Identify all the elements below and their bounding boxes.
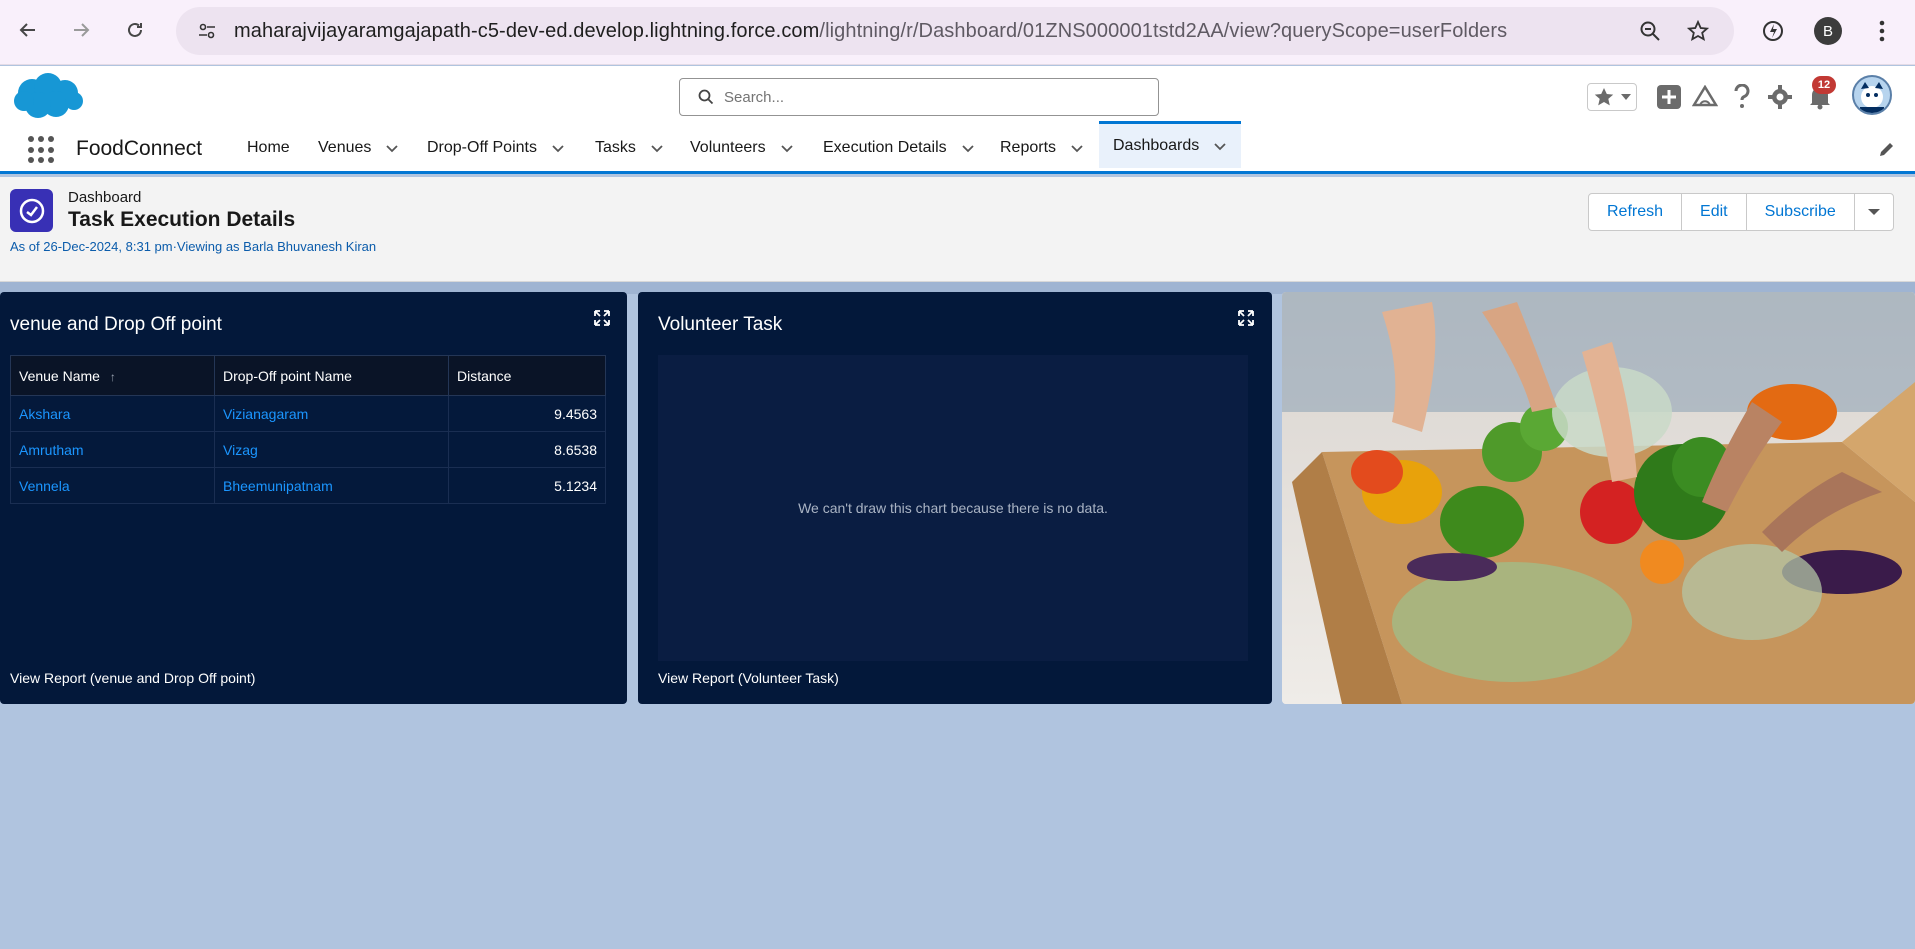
more-actions-button[interactable] xyxy=(1855,194,1893,230)
chevron-down-icon[interactable] xyxy=(385,141,399,155)
subscribe-button[interactable]: Subscribe xyxy=(1747,194,1855,230)
nav-item-label: Venues xyxy=(318,138,372,156)
distance-value: 9.4563 xyxy=(448,395,606,432)
chevron-down-icon[interactable] xyxy=(1213,139,1227,153)
distance-value: 8.6538 xyxy=(448,431,606,468)
report-table: Venue Name ↑ Drop-Off point Name Distanc… xyxy=(10,355,606,504)
dropoff-link[interactable]: Vizag xyxy=(223,442,258,458)
nav-item-venues[interactable]: Venues xyxy=(318,124,399,171)
widget-venue-dropoff: venue and Drop Off point Venue Name ↑ Dr… xyxy=(0,292,627,704)
bookmark-star-icon[interactable] xyxy=(1686,19,1710,43)
sort-ascending-icon: ↑ xyxy=(109,369,116,384)
dropoff-link[interactable]: Vizianagaram xyxy=(223,406,308,422)
venue-link[interactable]: Akshara xyxy=(19,406,70,422)
zoom-icon[interactable] xyxy=(1638,19,1662,43)
expand-icon[interactable] xyxy=(594,310,610,326)
table-row: Akshara Vizianagaram 9.4563 xyxy=(10,395,606,432)
nav-item-drop-off-points[interactable]: Drop-Off Points xyxy=(427,124,565,171)
expand-icon[interactable] xyxy=(1238,310,1254,326)
food-donation-photo xyxy=(1282,292,1915,704)
nav-item-label: Home xyxy=(247,138,290,156)
venue-link[interactable]: Vennela xyxy=(19,478,70,494)
app-launcher-icon[interactable] xyxy=(28,136,56,164)
salesforce-logo[interactable] xyxy=(12,71,84,126)
trailhead-icon[interactable] xyxy=(1690,82,1720,112)
browser-toolbar: maharajvijayaramgajapath-c5-dev-ed.devel… xyxy=(0,0,1915,65)
nav-item-volunteers[interactable]: Volunteers xyxy=(690,124,794,171)
extensions-icon[interactable] xyxy=(1758,16,1788,46)
column-header-label: Venue Name xyxy=(19,367,100,384)
back-button[interactable] xyxy=(13,14,43,46)
table-header-row: Venue Name ↑ Drop-Off point Name Distanc… xyxy=(10,355,606,396)
nav-item-tasks[interactable]: Tasks xyxy=(595,124,664,171)
arrow-right-icon xyxy=(74,23,90,37)
edit-button[interactable]: Edit xyxy=(1682,194,1747,230)
column-header-dropoff[interactable]: Drop-Off point Name xyxy=(214,355,449,396)
url-text: maharajvijayaramgajapath-c5-dev-ed.devel… xyxy=(234,20,1507,43)
reload-icon xyxy=(128,22,142,37)
column-header-venue[interactable]: Venue Name ↑ xyxy=(10,355,215,396)
table-row: Amrutham Vizag 8.6538 xyxy=(10,431,606,468)
dashboard-actions: Refresh Edit Subscribe xyxy=(1588,193,1894,231)
widget-title: Volunteer Task xyxy=(658,314,783,335)
favorite-star-icon xyxy=(1594,88,1614,106)
record-type-label: Dashboard xyxy=(68,189,142,206)
venue-link[interactable]: Amrutham xyxy=(19,442,84,458)
user-avatar[interactable] xyxy=(1852,75,1892,115)
widget-title: venue and Drop Off point xyxy=(10,314,222,335)
global-actions-icon[interactable] xyxy=(1654,82,1684,112)
search-icon xyxy=(698,89,714,105)
table-row: Vennela Bheemunipatnam 5.1234 xyxy=(10,467,606,504)
favorites-menu[interactable] xyxy=(1587,83,1637,111)
chevron-down-icon[interactable] xyxy=(650,141,664,155)
widget-image-food-box xyxy=(1282,292,1915,704)
refresh-button[interactable]: Refresh xyxy=(1589,194,1683,230)
url-path: /lightning/r/Dashboard/01ZNS000001tstd2A… xyxy=(819,19,1508,42)
chevron-down-icon[interactable] xyxy=(780,141,794,155)
dashboard-timestamp: As of 26-Dec-2024, 8:31 pm·Viewing as Ba… xyxy=(10,239,377,254)
caret-down-icon xyxy=(1867,209,1880,215)
notification-count-badge: 12 xyxy=(1812,76,1836,94)
reload-button[interactable] xyxy=(120,14,150,46)
chevron-down-icon[interactable] xyxy=(1070,141,1084,155)
dashboard-header: Dashboard Task Execution Details As of 2… xyxy=(0,177,1915,282)
dashboard-icon xyxy=(10,189,53,232)
caret-down-icon xyxy=(1621,94,1631,100)
more-menu-icon[interactable] xyxy=(1867,16,1897,46)
widget-volunteer-task: Volunteer Task We can't draw this chart … xyxy=(638,292,1272,704)
chevron-down-icon[interactable] xyxy=(961,141,975,155)
nav-item-label: Execution Details xyxy=(823,138,947,156)
profile-avatar[interactable]: B xyxy=(1814,17,1842,45)
nav-item-label: Drop-Off Points xyxy=(427,138,537,156)
nav-item-label: Tasks xyxy=(595,138,636,156)
search-placeholder: Search... xyxy=(724,88,785,106)
view-report-link[interactable]: View Report (Volunteer Task) xyxy=(658,670,839,686)
app-nav-bar: FoodConnect Home Venues Drop-Off Points … xyxy=(0,121,1915,174)
distance-value: 5.1234 xyxy=(448,467,606,504)
no-data-message: We can't draw this chart because there i… xyxy=(798,500,1108,516)
arrow-left-icon xyxy=(19,23,35,37)
column-header-distance[interactable]: Distance xyxy=(448,355,606,396)
empty-chart-area: We can't draw this chart because there i… xyxy=(658,355,1248,661)
edit-nav-pencil-icon[interactable] xyxy=(1878,140,1896,158)
nav-item-dashboards[interactable]: Dashboards xyxy=(1099,121,1241,168)
setup-gear-icon[interactable] xyxy=(1765,82,1795,112)
address-bar[interactable]: maharajvijayaramgajapath-c5-dev-ed.devel… xyxy=(176,7,1734,55)
global-search-input[interactable]: Search... xyxy=(679,78,1159,116)
nav-item-label: Dashboards xyxy=(1113,137,1200,154)
dropoff-link[interactable]: Bheemunipatnam xyxy=(223,478,333,494)
app-name: FoodConnect xyxy=(76,137,203,160)
forward-button[interactable] xyxy=(66,14,96,46)
nav-item-home[interactable]: Home xyxy=(247,124,290,171)
nav-item-label: Volunteers xyxy=(690,138,766,156)
nav-item-execution-details[interactable]: Execution Details xyxy=(823,124,975,171)
nav-item-label: Reports xyxy=(1000,138,1057,156)
nav-item-reports[interactable]: Reports xyxy=(1000,124,1084,171)
site-info-icon[interactable] xyxy=(190,14,224,48)
page-title: Task Execution Details xyxy=(68,208,296,231)
url-domain: maharajvijayaramgajapath-c5-dev-ed.devel… xyxy=(234,19,820,42)
view-report-link[interactable]: View Report (venue and Drop Off point) xyxy=(10,670,255,686)
chevron-down-icon[interactable] xyxy=(551,141,565,155)
help-icon[interactable] xyxy=(1727,82,1757,112)
